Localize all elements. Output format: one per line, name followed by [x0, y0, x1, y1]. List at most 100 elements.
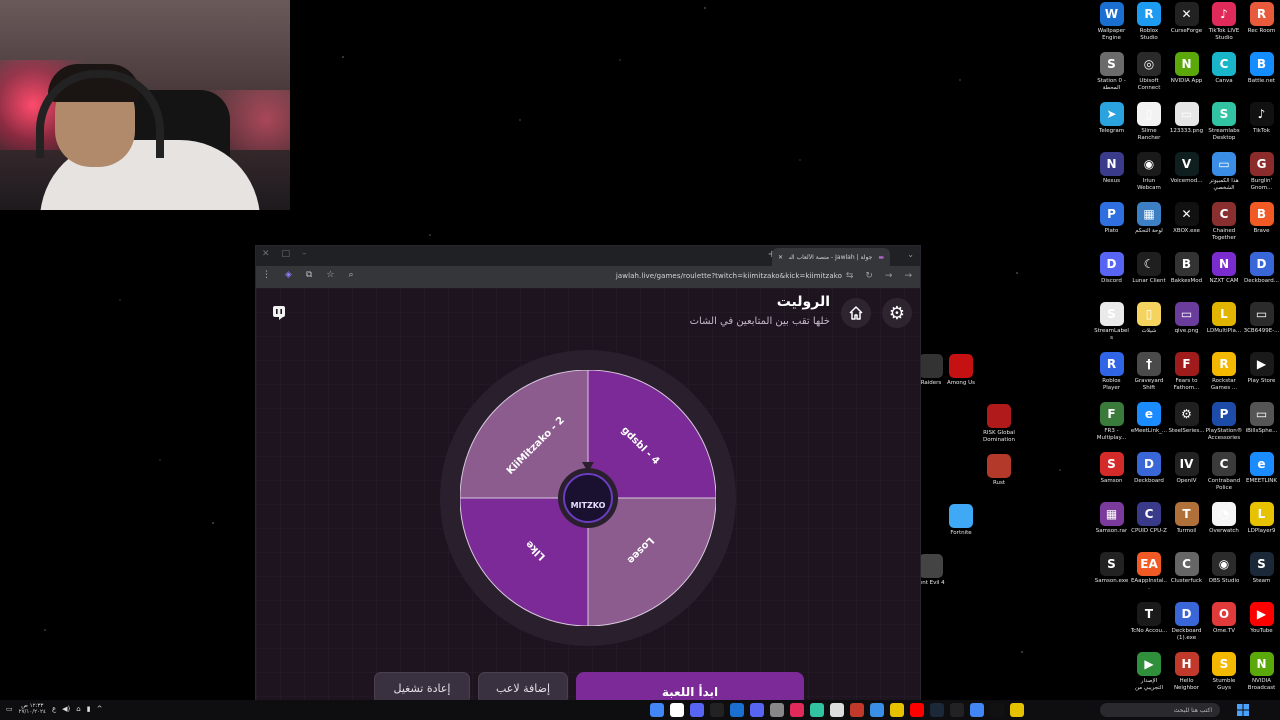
- taskbar-app-icon[interactable]: [870, 703, 884, 717]
- desktop-icon[interactable]: C CPUID CPU-Z: [1131, 502, 1168, 552]
- desktop-icon[interactable]: G Burglin' Gnom...: [1243, 152, 1280, 202]
- taskbar-app-icon[interactable]: [850, 703, 864, 717]
- desktop-icon[interactable]: ♪ TikTok LIVE Studio: [1206, 2, 1243, 52]
- taskbar-app-icon[interactable]: [770, 703, 784, 717]
- desktop-icon[interactable]: D Deckboard (1).exe: [1168, 602, 1205, 652]
- language-icon[interactable]: ع: [52, 705, 56, 713]
- desktop-icon[interactable]: Rust: [979, 454, 1019, 487]
- desktop-icon[interactable]: N NZXT CAM: [1206, 252, 1243, 302]
- maximize-window-icon[interactable]: □: [282, 249, 291, 259]
- desktop-icon[interactable]: B Brave: [1243, 202, 1280, 252]
- desktop-icon[interactable]: R Rec Room: [1243, 2, 1280, 52]
- desktop-icon[interactable]: C Clusterfuck: [1168, 552, 1205, 602]
- desktop-icon[interactable]: S StreamLabels: [1093, 302, 1130, 352]
- desktop-icon[interactable]: ◎ Ubisoft Connect: [1131, 52, 1168, 102]
- desktop-icon[interactable]: ➤ Telegram: [1093, 102, 1130, 152]
- desktop-icon[interactable]: ▦ لوحة التحكم: [1131, 202, 1168, 252]
- forward-icon[interactable]: →: [885, 271, 893, 281]
- roulette-wheel[interactable]: gdsbl - 4LoseeLlkeKiiMitzako - 2MITZKO: [460, 370, 716, 626]
- desktop-icon[interactable]: B Battle.net: [1243, 52, 1280, 102]
- desktop-icon[interactable]: C Chained Together: [1206, 202, 1243, 252]
- volume-icon[interactable]: ◀): [62, 705, 70, 713]
- taskbar-app-icon[interactable]: [990, 703, 1004, 717]
- taskbar-app-icon[interactable]: [890, 703, 904, 717]
- desktop-icon[interactable]: R Rockstar Games ...: [1206, 352, 1243, 402]
- desktop-icon[interactable]: e EMEETLINK: [1243, 452, 1280, 502]
- desktop-icon[interactable]: Fortnite: [941, 504, 981, 537]
- desktop-icon[interactable]: ◔ Overwatch: [1206, 502, 1243, 552]
- taskbar-app-icon[interactable]: [830, 703, 844, 717]
- extension-icon[interactable]: ◈: [285, 270, 292, 280]
- close-window-icon[interactable]: ✕: [262, 249, 270, 259]
- desktop-icon[interactable]: O Ome.TV: [1206, 602, 1243, 652]
- desktop-icon[interactable]: N NVIDIA Broadcast: [1243, 652, 1280, 702]
- desktop-icon[interactable]: ▦ Samson.rar: [1093, 502, 1130, 552]
- reload-icon[interactable]: ↻: [865, 271, 873, 281]
- taskbar-app-icon[interactable]: [950, 703, 964, 717]
- desktop-icon[interactable]: F Fears to Fathom...: [1168, 352, 1205, 402]
- desktop-icon[interactable]: † Graveyard Shift: [1131, 352, 1168, 402]
- desktop-icon[interactable]: S Samson.exe: [1093, 552, 1130, 602]
- desktop-icon[interactable]: S Steam: [1243, 552, 1280, 602]
- url-field[interactable]: jawlah.live/games/roulette?twitch=kiimit…: [616, 272, 842, 280]
- notification-icon[interactable]: ▭: [6, 705, 13, 713]
- desktop-icon[interactable]: ▶ Play Store: [1243, 352, 1280, 402]
- desktop-icon[interactable]: ♪ TikTok: [1243, 102, 1280, 152]
- desktop-icon[interactable]: ▶ الإصدار التجريبي من: [1131, 652, 1168, 702]
- network-icon[interactable]: ⌂: [76, 705, 80, 713]
- taskbar-app-icon[interactable]: [650, 703, 664, 717]
- desktop-icon[interactable]: EA EAappInstal...: [1131, 552, 1168, 602]
- desktop-icon[interactable]: ▭ 3CB6499E-...: [1243, 302, 1280, 352]
- desktop-icon[interactable]: P PlayStation® Accessories: [1206, 402, 1243, 452]
- taskbar-app-icon[interactable]: [670, 703, 684, 717]
- desktop-icon[interactable]: ⚙ SteelSeries...: [1168, 402, 1205, 452]
- settings-button[interactable]: ⚙: [882, 298, 912, 328]
- taskbar-app-icon[interactable]: [750, 703, 764, 717]
- home-button[interactable]: [841, 298, 871, 328]
- desktop-icon[interactable]: V Voicemod...: [1168, 152, 1205, 202]
- desktop-icon[interactable]: ▭ 123333.png: [1168, 102, 1205, 152]
- desktop-icon[interactable]: ▭ iBillsSphe...: [1243, 402, 1280, 452]
- desktop-icon[interactable]: B BakkesMod: [1168, 252, 1205, 302]
- desktop-icon[interactable]: ◉ OBS Studio: [1206, 552, 1243, 602]
- desktop-icon[interactable]: ▶ YouTube: [1243, 602, 1280, 652]
- desktop-icon[interactable]: RISK Global Domination: [979, 404, 1019, 444]
- desktop-icon[interactable]: F FR3 - Multiplay...: [1093, 402, 1130, 452]
- desktop-icon[interactable]: D Deckboard...: [1243, 252, 1280, 302]
- desktop-icon[interactable]: S Streamlabs Desktop: [1206, 102, 1243, 152]
- tab-search-icon[interactable]: ⌄: [907, 250, 914, 259]
- tab-close-icon[interactable]: ✕: [778, 254, 783, 261]
- desktop-icon[interactable]: D Discord: [1093, 252, 1130, 302]
- desktop-icon[interactable]: N Nexus: [1093, 152, 1130, 202]
- battery-icon[interactable]: ▮: [87, 705, 91, 713]
- taskbar-app-icon[interactable]: [730, 703, 744, 717]
- desktop-icon[interactable]: L LDPlayer9: [1243, 502, 1280, 552]
- desktop-icon[interactable]: ▭ qive.png: [1168, 302, 1205, 352]
- browser-tab[interactable]: ✕ جولة | Jawlah - منصة الألعاب الت... ▬: [772, 248, 890, 266]
- desktop-icon[interactable]: T TcNo Accou...: [1131, 602, 1168, 652]
- site-settings-icon[interactable]: ⇆: [846, 271, 854, 281]
- minimize-window-icon[interactable]: –: [302, 249, 307, 259]
- desktop-icon[interactable]: C Canva: [1206, 52, 1243, 102]
- taskbar-app-icon[interactable]: [790, 703, 804, 717]
- taskbar-search[interactable]: اكتب هنا للبحث: [1100, 703, 1220, 717]
- desktop-icon[interactable]: C Contraband Police: [1206, 452, 1243, 502]
- back-icon[interactable]: →: [904, 271, 912, 281]
- zoom-icon[interactable]: ⌕: [348, 270, 353, 280]
- desktop-icon[interactable]: D Deckboard: [1131, 452, 1168, 502]
- desktop-icon[interactable]: N NVIDIA App: [1168, 52, 1205, 102]
- taskbar-app-icon[interactable]: [910, 703, 924, 717]
- desktop-icon[interactable]: S Stumble Guys: [1206, 652, 1243, 702]
- taskbar-app-icon[interactable]: [710, 703, 724, 717]
- desktop-icon[interactable]: ✕ XBOX.exe: [1168, 202, 1205, 252]
- desktop-icon[interactable]: ◉ Iriun Webcam: [1131, 152, 1168, 202]
- desktop-icon[interactable]: ▭ هذا الكمبيوتر الشخصي: [1206, 152, 1243, 202]
- desktop-icon[interactable]: T Turmoil: [1168, 502, 1205, 552]
- desktop-icon[interactable]: S Samson: [1093, 452, 1130, 502]
- windows-start-icon[interactable]: [1236, 703, 1250, 717]
- kick-icon[interactable]: [266, 300, 292, 326]
- desktop-icon[interactable]: H Hello Neighbor: [1168, 652, 1205, 702]
- puzzle-extensions-icon[interactable]: ⧉: [306, 270, 312, 280]
- desktop-icon[interactable]: W Wallpaper Engine: [1093, 2, 1130, 52]
- taskbar-app-icon[interactable]: [690, 703, 704, 717]
